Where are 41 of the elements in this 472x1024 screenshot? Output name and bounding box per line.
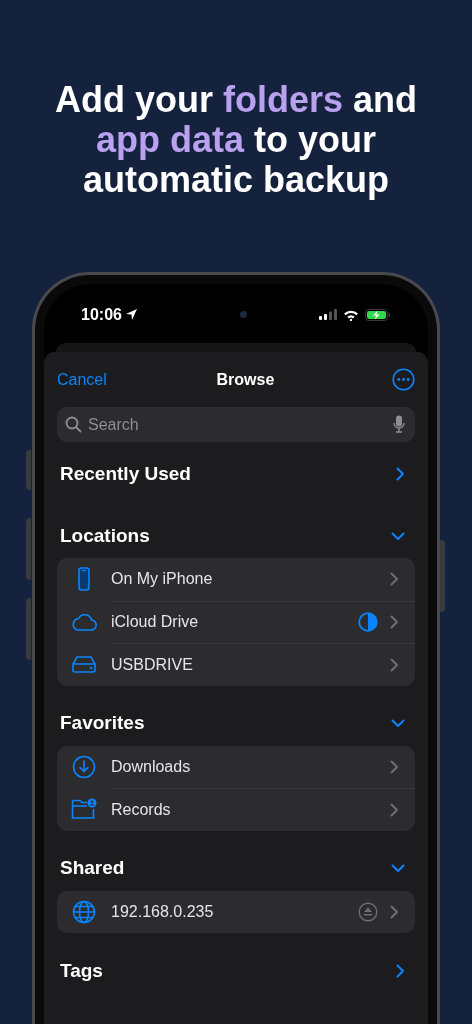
headline: Add your folders and app data to your automatic backup — [54, 80, 417, 200]
disclosure-icon — [390, 615, 399, 630]
location-item[interactable]: Records — [111, 797, 390, 822]
chevron-right-icon — [396, 467, 405, 481]
sheet-title: Browse — [216, 369, 276, 390]
progress-pie — [358, 612, 378, 633]
location-item[interactable]: USBDRIVE — [111, 652, 390, 677]
battery-charging-icon — [365, 308, 391, 321]
section-title[interactable]: Locations — [60, 521, 150, 551]
status-time: 10:06 — [81, 304, 122, 325]
section-title[interactable]: Shared — [60, 854, 125, 883]
search-icon — [65, 416, 82, 433]
location-item[interactable]: Downloads — [111, 754, 390, 779]
cancel-button[interactable]: Cancel — [57, 367, 107, 392]
section-title[interactable]: Favorites — [60, 709, 145, 738]
location-item[interactable]: On My iPhone — [111, 567, 390, 592]
wifi-icon — [343, 308, 359, 321]
location-item[interactable]: 192.168.0.235 — [111, 899, 358, 924]
location-item[interactable]: iCloud Drive — [111, 610, 358, 635]
folder-person-icon — [71, 798, 97, 821]
signal-icon — [319, 309, 337, 320]
drive-icon — [71, 655, 97, 674]
disclosure-icon — [390, 904, 399, 919]
disclosure-icon — [390, 572, 399, 587]
disclosure-icon — [390, 759, 399, 774]
chevron-right-icon — [396, 964, 405, 978]
more-icon[interactable] — [392, 368, 415, 391]
search-field[interactable]: Search — [57, 407, 415, 442]
globe-icon — [72, 899, 96, 924]
cloud-icon — [70, 611, 98, 632]
chevron-down-icon[interactable] — [391, 531, 405, 541]
section-title[interactable]: Tags — [60, 956, 103, 986]
location-arrow-icon — [124, 308, 138, 321]
disclosure-icon — [390, 802, 399, 817]
microphone-icon — [393, 415, 405, 433]
disclosure-icon — [390, 657, 399, 672]
chevron-down-icon[interactable] — [391, 719, 405, 728]
eject-icon[interactable] — [358, 901, 378, 922]
section-title[interactable]: Recently Used — [60, 459, 191, 489]
chevron-down-icon[interactable] — [391, 864, 405, 873]
download-icon — [72, 754, 96, 779]
